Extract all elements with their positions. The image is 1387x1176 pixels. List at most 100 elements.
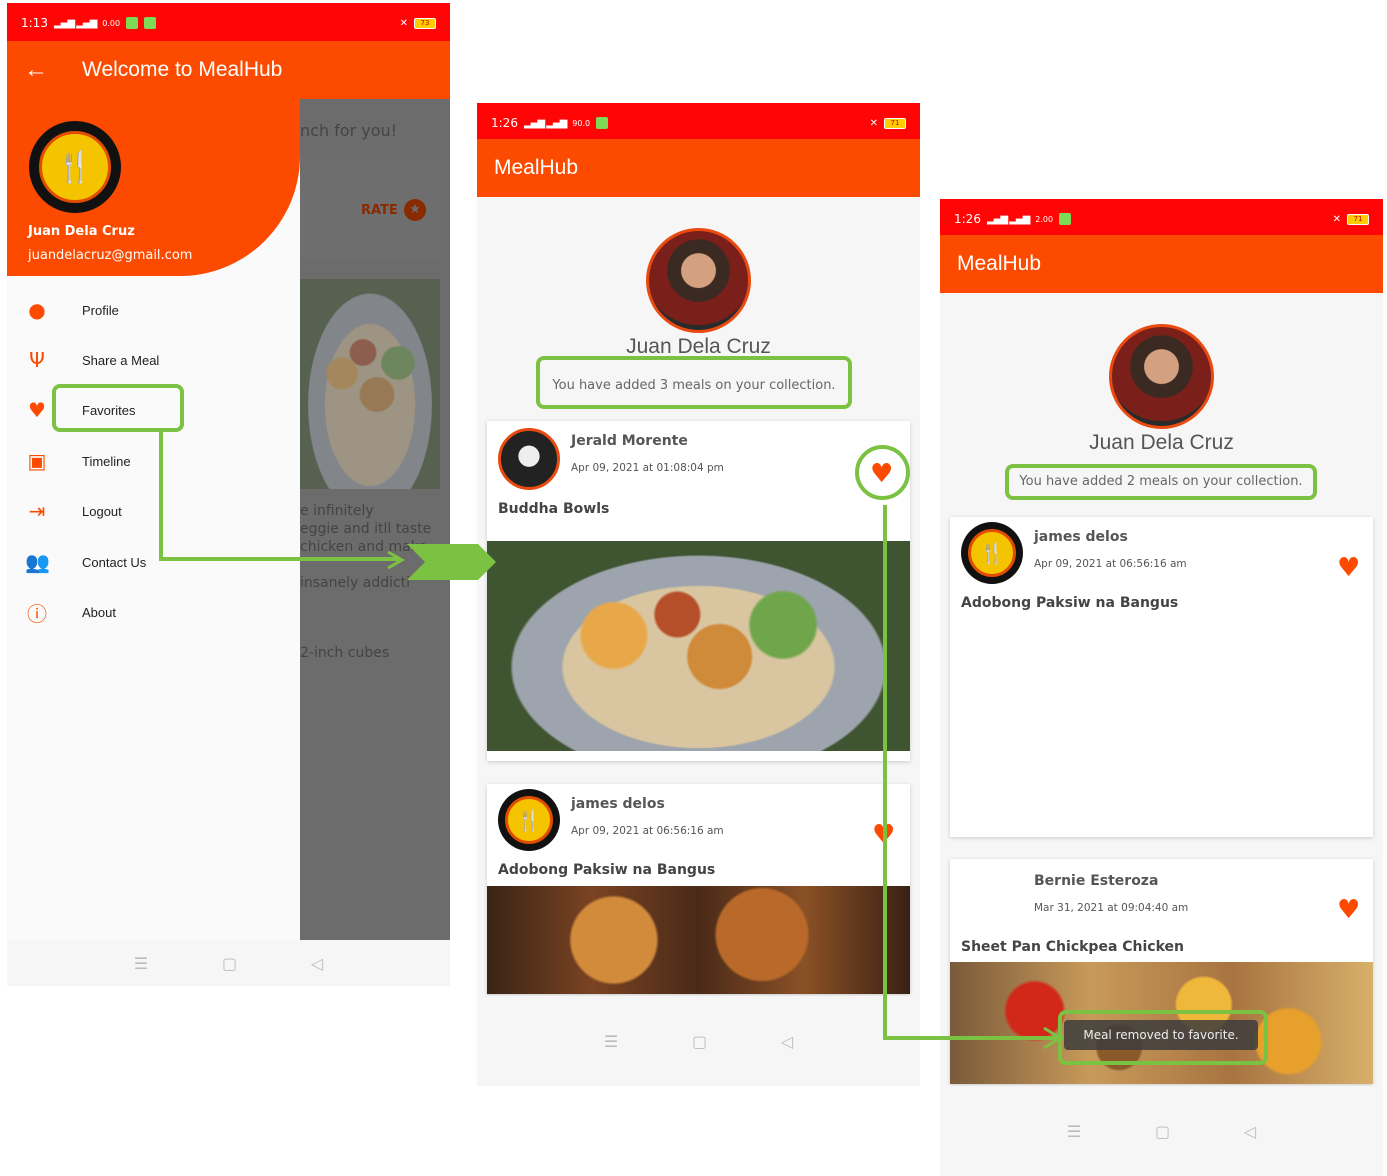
menu-item-share-meal[interactable]: Ψ Share a Meal — [7, 335, 300, 385]
signal-icon: ▂▄▆ ▂▄▆ — [523, 117, 567, 129]
connector-arrow-icon — [387, 544, 496, 580]
signal-icon: ▂▄▆ ▂▄▆ — [53, 17, 97, 29]
menu-label: Share a Meal — [82, 352, 160, 368]
menu-label: Timeline — [82, 453, 131, 469]
back-nav-icon[interactable]: ◁ — [1244, 1122, 1256, 1141]
status-time: 1:13 — [21, 16, 48, 30]
group-icon: 👥 — [25, 550, 50, 574]
app-title: MealHub — [494, 156, 579, 179]
vibrate-icon: ✕ — [399, 17, 408, 29]
menu-item-about[interactable]: ⓘ About — [7, 587, 300, 637]
system-nav-bar: ☰ ▢ ◁ — [7, 940, 450, 986]
back-arrow-icon[interactable]: ← — [24, 56, 64, 84]
card-date: Mar 31, 2021 at 09:04:40 am — [1034, 902, 1189, 914]
app-bar: MealHub — [477, 139, 920, 197]
author-avatar — [498, 428, 560, 490]
drawer-user-name: Juan Dela Cruz — [28, 224, 135, 239]
bg-text: eggie and itll taste — [300, 521, 432, 537]
card-author: james delos — [1034, 529, 1128, 545]
menu-nav-icon[interactable]: ☰ — [134, 954, 148, 973]
connector-line — [883, 1036, 1063, 1040]
card-meal-title: Adobong Paksiw na Bangus — [961, 595, 1179, 611]
card-date: Apr 09, 2021 at 06:56:16 am — [571, 825, 724, 837]
connector-line — [159, 557, 399, 561]
favorites-highlight-box — [52, 384, 184, 432]
author-avatar: 🍴 — [498, 789, 560, 851]
back-nav-icon[interactable]: ◁ — [311, 954, 323, 973]
menu-nav-icon[interactable]: ☰ — [604, 1032, 618, 1051]
bg-text: e infinitely — [300, 503, 374, 519]
rate-label: RATE — [361, 203, 398, 218]
author-avatar: 🍴 — [961, 522, 1023, 584]
profile-name: Juan Dela Cruz — [1089, 431, 1234, 454]
connector-line — [883, 505, 887, 1040]
meal-image — [487, 541, 910, 751]
card-meal-title: Adobong Paksiw na Bangus — [498, 862, 716, 878]
collection-highlight-box — [536, 356, 852, 409]
notification-icon — [1059, 213, 1072, 225]
card-author: james delos — [571, 796, 665, 812]
heart-highlight-circle — [855, 445, 910, 500]
menu-label: About — [82, 604, 116, 620]
spoon-fork-icon: 🍴 — [56, 149, 94, 185]
signal-icon: ▂▄▆ ▂▄▆ — [986, 213, 1030, 225]
app-title: MealHub — [957, 252, 1042, 275]
menu-label: Contact Us — [82, 554, 147, 570]
home-nav-icon[interactable]: ▢ — [222, 954, 237, 973]
spoon-fork-icon: 🍴 — [979, 540, 1005, 565]
meal-card[interactable]: 🍴 james delos Apr 09, 2021 at 06:56:16 a… — [487, 784, 910, 994]
profile-avatar — [646, 228, 751, 333]
status-speed: 2.00 — [1035, 214, 1054, 224]
status-speed: 0.00 — [102, 18, 121, 28]
spoon-fork-icon: 🍴 — [516, 807, 542, 832]
screen-drawer: 1:13 ▂▄▆ ▂▄▆ 0.00 ✕ 73 ← Welcome to Meal… — [7, 3, 450, 986]
system-nav-bar: ☰ ▢ ◁ — [477, 996, 920, 1086]
meal-image — [487, 886, 910, 994]
person-icon: ● — [28, 298, 46, 322]
drawer-header: 🍴 Juan Dela Cruz juandelacruz@gmail.com — [7, 99, 300, 276]
heart-icon: ♥ — [28, 398, 46, 422]
status-time: 1:26 — [954, 212, 981, 226]
vibrate-icon: ✕ — [869, 117, 878, 129]
menu-item-logout[interactable]: ⇥ Logout — [7, 486, 300, 536]
card-date: Apr 09, 2021 at 06:56:16 am — [1034, 558, 1187, 570]
favorite-heart-icon[interactable]: ♥ — [1337, 555, 1360, 581]
collection-highlight-box — [1005, 464, 1317, 500]
notification-icon — [144, 17, 157, 29]
home-nav-icon[interactable]: ▢ — [1155, 1122, 1170, 1141]
back-nav-icon[interactable]: ◁ — [781, 1032, 793, 1051]
vibrate-icon: ✕ — [1332, 213, 1341, 225]
badge-icon: ▣ — [27, 449, 47, 473]
card-author: Bernie Esteroza — [1034, 873, 1159, 889]
menu-item-profile[interactable]: ● Profile — [7, 285, 300, 335]
status-speed: 90.0 — [572, 118, 591, 128]
drawer-user-email: juandelacruz@gmail.com — [28, 248, 193, 263]
mealhub-logo: 🍴 — [29, 121, 121, 213]
app-title: Welcome to MealHub — [82, 58, 283, 81]
notification-icon — [596, 117, 609, 129]
menu-nav-icon[interactable]: ☰ — [1067, 1122, 1081, 1141]
favorite-heart-icon[interactable]: ♥ — [1337, 897, 1360, 923]
meal-card[interactable]: 🍴 james delos Apr 09, 2021 at 06:56:16 a… — [950, 517, 1373, 837]
menu-item-timeline[interactable]: ▣ Timeline — [7, 436, 300, 486]
card-meal-title: Buddha Bowls — [498, 501, 610, 517]
card-date: Apr 09, 2021 at 01:08:04 pm — [571, 462, 724, 474]
navigation-drawer: 🍴 Juan Dela Cruz juandelacruz@gmail.com … — [7, 99, 300, 943]
notification-icon — [126, 17, 139, 29]
system-nav-bar: ☰ ▢ ◁ — [940, 1086, 1383, 1176]
menu-item-contact[interactable]: 👥 Contact Us — [7, 537, 300, 587]
bg-text: 2-inch cubes — [300, 645, 390, 661]
card-meal-title: Sheet Pan Chickpea Chicken — [961, 939, 1185, 955]
connector-line — [159, 430, 163, 561]
screen-favorites-3: 1:26 ▂▄▆ ▂▄▆ 90.0 ✕ 71 MealHub Juan Dela… — [477, 103, 920, 1086]
profile-avatar — [1109, 324, 1214, 429]
home-nav-icon[interactable]: ▢ — [692, 1032, 707, 1051]
info-icon: ⓘ — [27, 601, 47, 626]
battery-icon: 73 — [414, 17, 436, 29]
meal-card[interactable]: Jerald Morente Apr 09, 2021 at 01:08:04 … — [487, 421, 910, 761]
logout-icon: ⇥ — [28, 499, 46, 523]
star-icon: ★ — [404, 199, 426, 221]
dimmed-page[interactable]: nch for you! RATE ★ e infinitely eggie a… — [300, 99, 450, 943]
utensils-icon: Ψ — [29, 348, 45, 372]
status-bar: 1:26 ▂▄▆ ▂▄▆ 2.00 ✕ 71 — [940, 199, 1383, 239]
